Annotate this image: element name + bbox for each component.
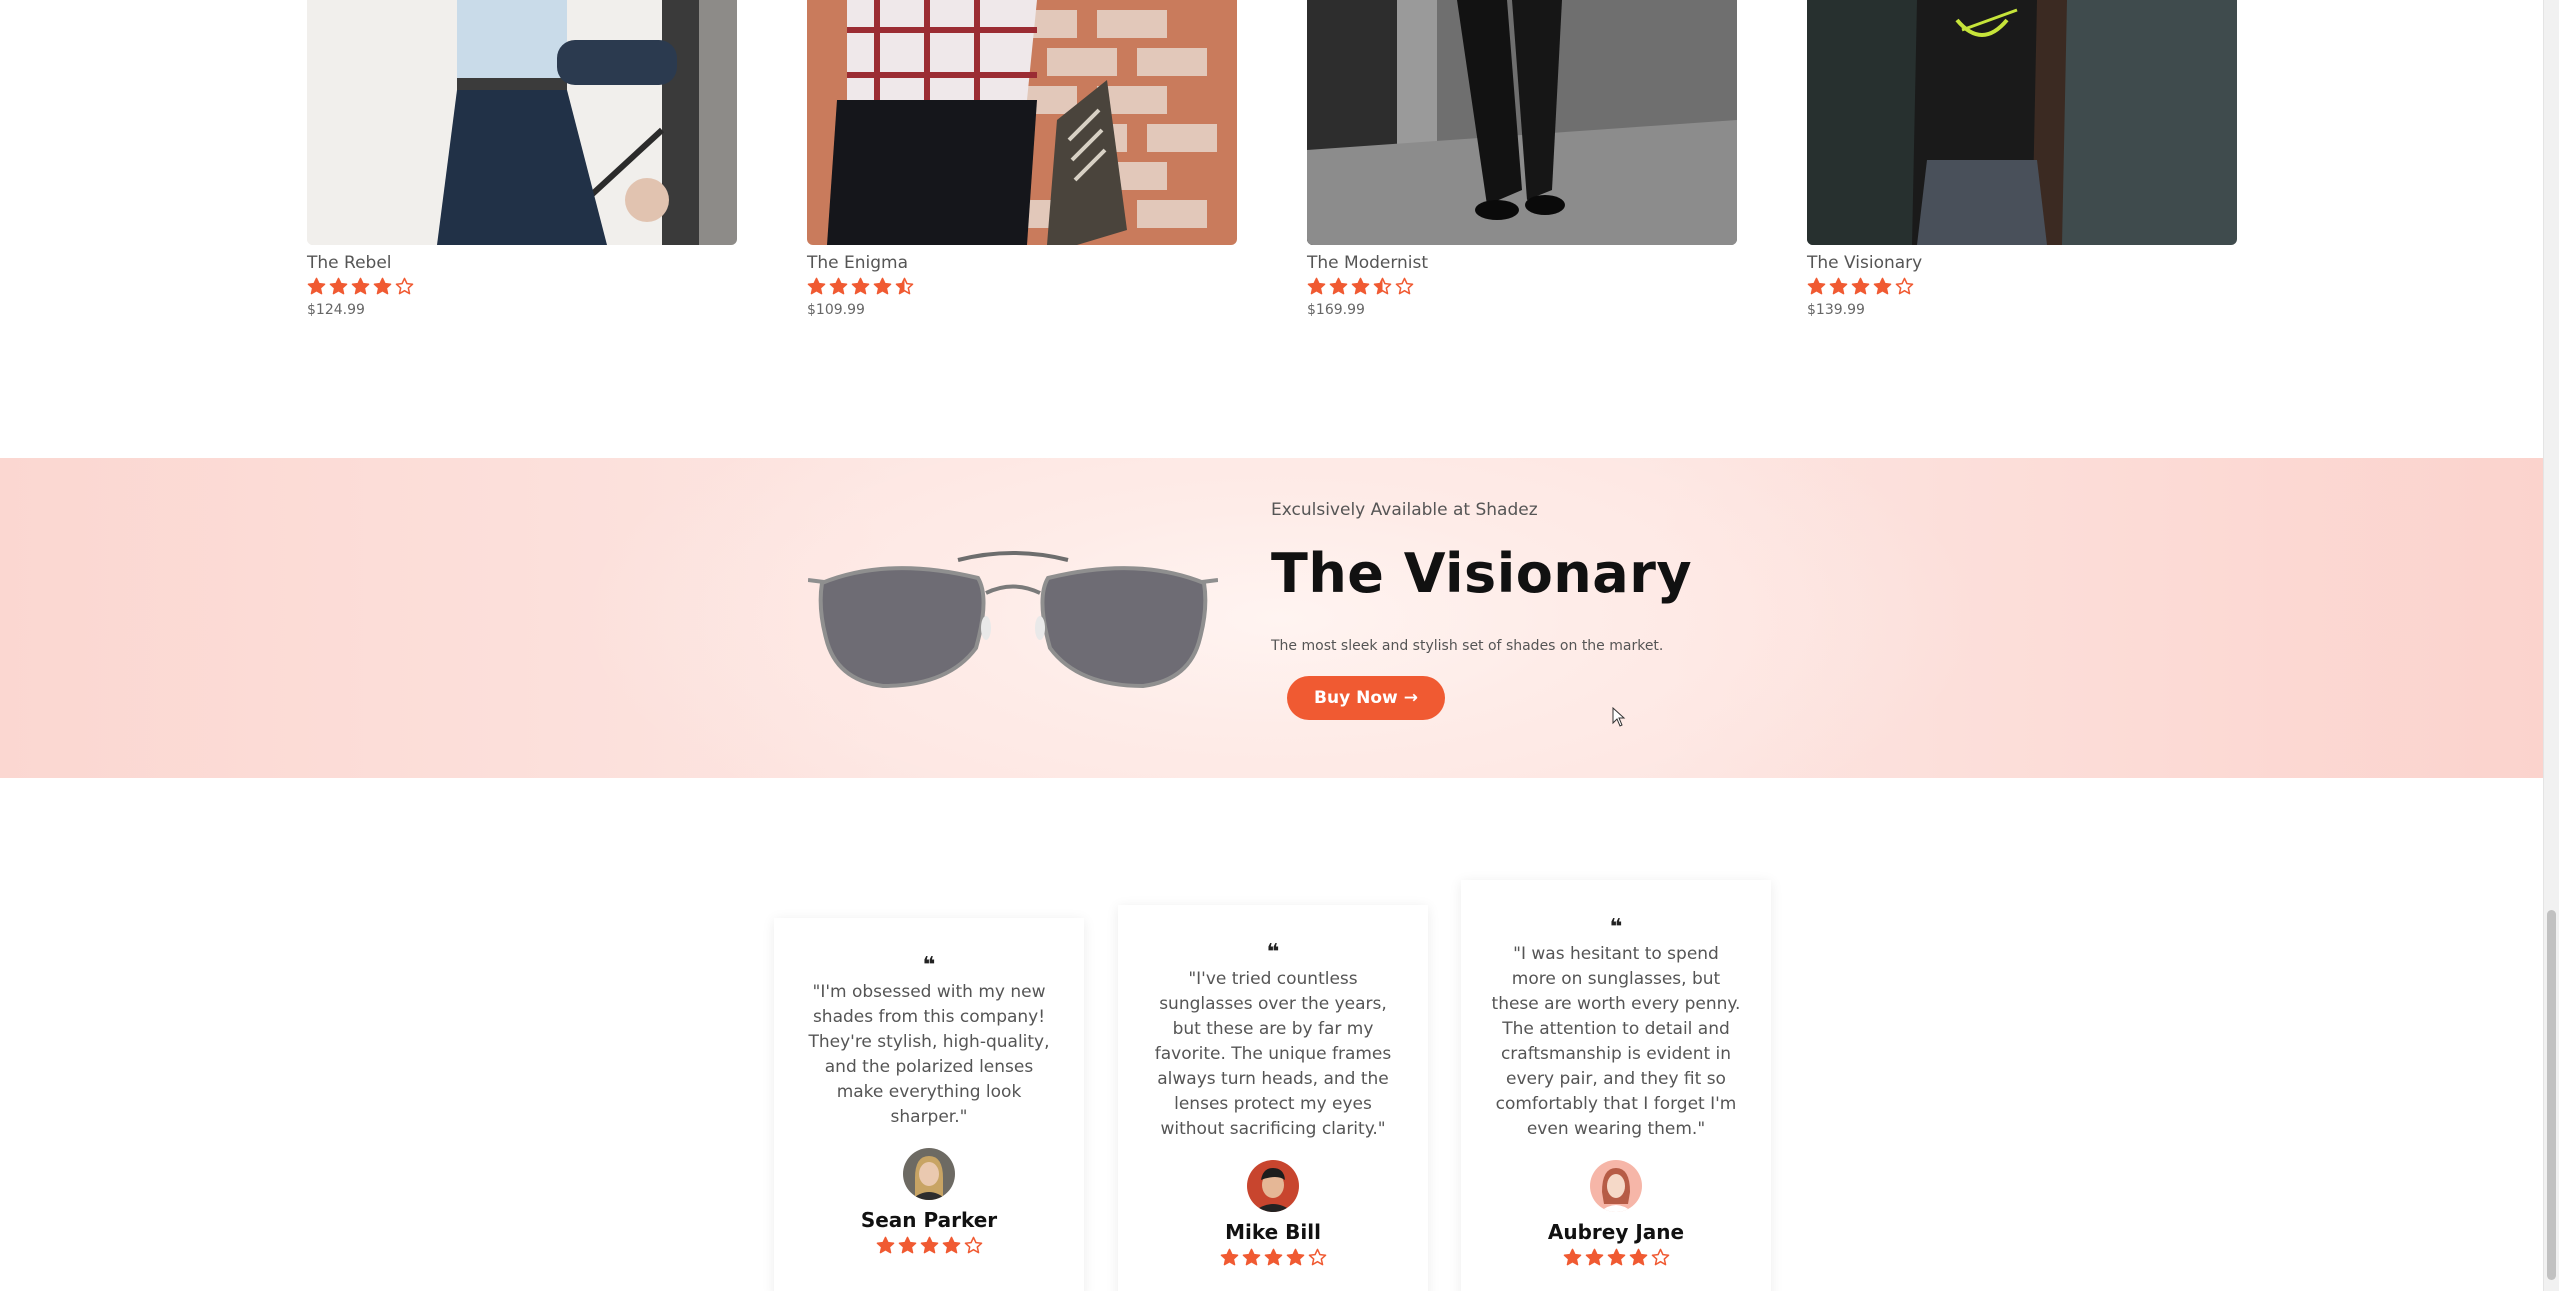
product-price: $139.99 (1807, 302, 1865, 318)
page: The Rebel $124.99 The Enigma $109.99 The… (0, 0, 2559, 1291)
testimonial-rating (804, 1236, 1054, 1255)
star-icon (1373, 277, 1392, 295)
product-name[interactable]: The Visionary (1807, 253, 2237, 273)
star-icon (1563, 1248, 1581, 1266)
star-icon (1873, 277, 1892, 295)
product-price: $109.99 (807, 302, 865, 318)
star-icon (873, 277, 892, 295)
arrow-right-icon: → (1403, 688, 1418, 708)
product-card-modernist[interactable]: The Modernist $169.99 (1307, 0, 1737, 318)
product-photo[interactable] (307, 0, 737, 245)
star-icon (895, 277, 914, 295)
star-icon (1286, 1248, 1304, 1266)
mouse-cursor-icon (1612, 707, 1626, 727)
star-icon (395, 277, 414, 295)
star-icon (942, 1236, 960, 1254)
aviator-sunglasses-image (808, 551, 1218, 689)
star-icon (898, 1236, 916, 1254)
buy-now-button[interactable]: Buy Now → (1287, 676, 1445, 720)
star-icon (1220, 1248, 1238, 1266)
star-icon (1851, 277, 1870, 295)
product-rating (1307, 277, 1737, 299)
star-icon (1395, 277, 1414, 295)
avatar (1590, 1160, 1642, 1212)
star-icon (851, 277, 870, 295)
product-photo[interactable] (807, 0, 1237, 245)
product-name[interactable]: The Enigma (807, 253, 1237, 273)
testimonial-rating (1491, 1248, 1741, 1267)
star-icon (1329, 277, 1348, 295)
testimonial-author: Aubrey Jane (1547, 1220, 1685, 1244)
product-photo[interactable] (1807, 0, 2237, 245)
product-card-enigma[interactable]: The Enigma $109.99 (807, 0, 1237, 318)
product-price: $124.99 (307, 302, 365, 318)
star-icon (1351, 277, 1370, 295)
star-icon (964, 1236, 982, 1254)
star-icon (373, 277, 392, 295)
testimonial-rating (1148, 1248, 1398, 1267)
buy-now-label: Buy Now (1314, 688, 1398, 708)
banner-kicker: Exculsively Available at Shadez (1271, 500, 1538, 520)
testimonial-text: "I've tried countless sunglasses over th… (1154, 969, 1392, 1139)
product-card-visionary[interactable]: The Visionary $139.99 (1807, 0, 2237, 318)
testimonial-text: "I was hesitant to spend more on sunglas… (1491, 944, 1741, 1139)
product-rating (1807, 277, 2237, 299)
scrollbar-thumb[interactable] (2547, 910, 2556, 1280)
star-icon (829, 277, 848, 295)
banner-subtitle: The most sleek and stylish set of shades… (1271, 638, 1664, 654)
testimonial-author: Mike Bill (1225, 1220, 1321, 1244)
product-price: $169.99 (1307, 302, 1365, 318)
avatar (1247, 1160, 1299, 1212)
product-name[interactable]: The Modernist (1307, 253, 1737, 273)
testimonial-card: ❝ "I'm obsessed with my new shades from … (774, 918, 1084, 1291)
star-icon (1895, 277, 1914, 295)
product-rating (307, 277, 737, 299)
testimonial-text: "I'm obsessed with my new shades from th… (808, 982, 1050, 1127)
testimonial-author: Sean Parker (860, 1208, 998, 1232)
quote-icon: ❝ (1609, 915, 1623, 940)
product-photo[interactable] (1307, 0, 1737, 245)
star-icon (1651, 1248, 1669, 1266)
page-scrollbar[interactable] (2543, 0, 2559, 1291)
product-rating (807, 277, 1237, 299)
star-icon (1607, 1248, 1625, 1266)
avatar (903, 1148, 955, 1200)
star-icon (1307, 277, 1326, 295)
testimonial-card: ❝ "I've tried countless sunglasses over … (1118, 905, 1428, 1291)
banner-title: The Visionary (1271, 542, 1693, 605)
star-icon (1264, 1248, 1282, 1266)
star-icon (1242, 1248, 1260, 1266)
star-icon (807, 277, 826, 295)
star-icon (1829, 277, 1848, 295)
star-icon (307, 277, 326, 295)
star-icon (920, 1236, 938, 1254)
quote-icon: ❝ (1266, 940, 1280, 965)
featured-product-banner: Exculsively Available at Shadez The Visi… (0, 458, 2543, 778)
star-icon (1629, 1248, 1647, 1266)
star-icon (1585, 1248, 1603, 1266)
star-icon (1308, 1248, 1326, 1266)
testimonial-card: ❝ "I was hesitant to spend more on sungl… (1461, 880, 1771, 1291)
product-name[interactable]: The Rebel (307, 253, 737, 273)
quote-icon: ❝ (922, 953, 936, 978)
star-icon (351, 277, 370, 295)
star-icon (1807, 277, 1826, 295)
star-icon (876, 1236, 894, 1254)
star-icon (329, 277, 348, 295)
product-card-rebel[interactable]: The Rebel $124.99 (307, 0, 737, 318)
